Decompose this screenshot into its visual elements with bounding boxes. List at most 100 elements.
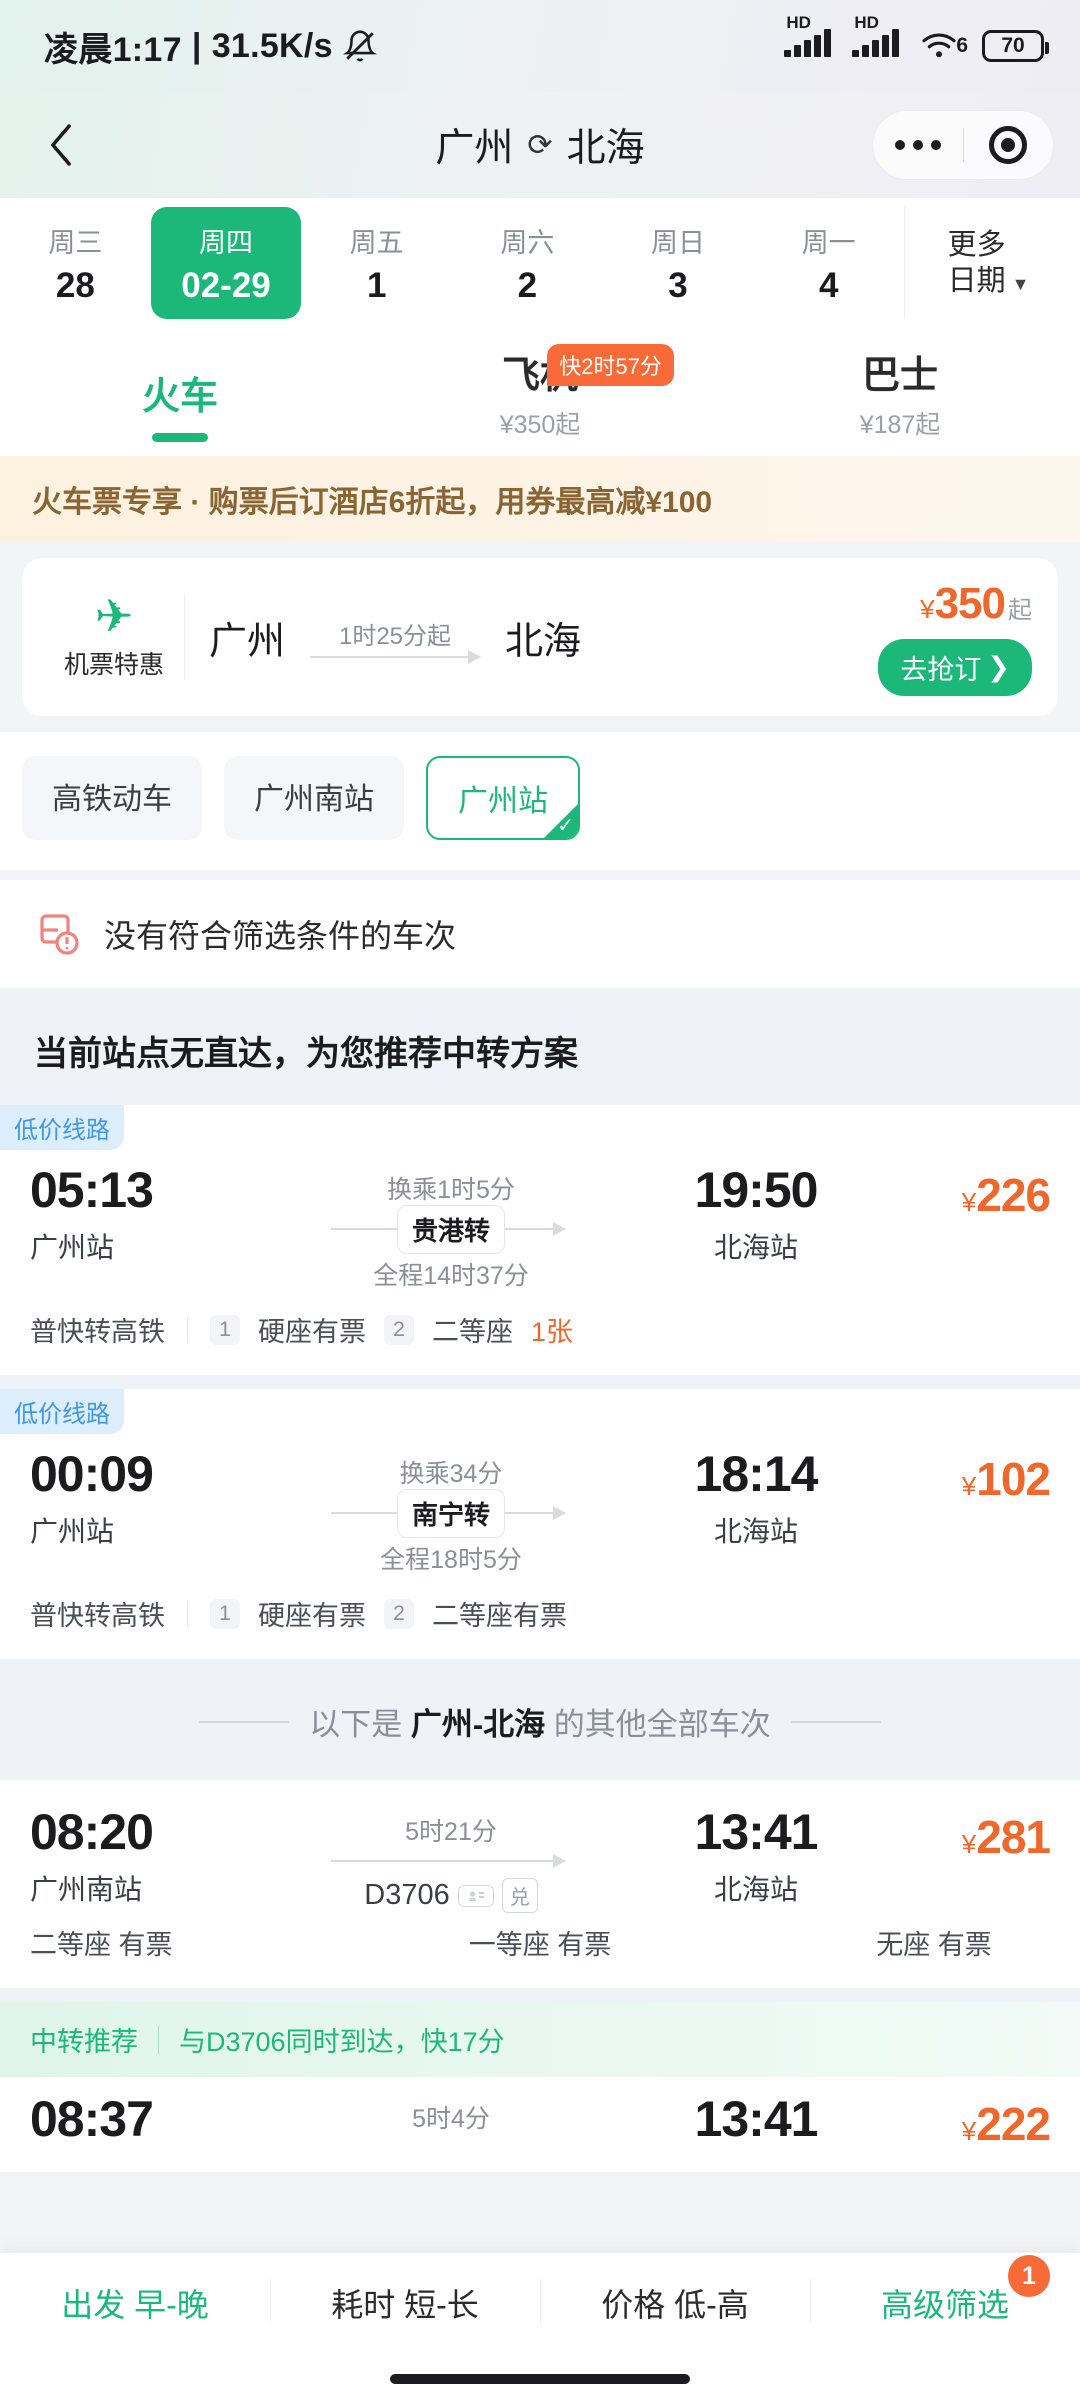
tab-bus-price: ¥187起 [859,410,941,439]
transfer-station: 贵港转 [396,1204,505,1254]
transfer-arrive-col: 13:41 [640,2091,872,2149]
status-bar: 凌晨1:17 | 31.5K/s HD HD 6 70 [0,0,1080,92]
date-day: 4 [818,265,839,305]
flight-promo-card[interactable]: ✈ 机票特惠 广州 1时25分起 北海 ¥ 350 起 去抢订 ❯ [22,558,1058,716]
sort-departure-button[interactable]: 出发 早-晚 [0,2253,270,2353]
chip-guangzhou-station-selected[interactable]: 广州站 ✓ [426,756,580,840]
tab-train[interactable]: 火车 [0,328,360,456]
airplane-icon: ✈ [94,590,134,642]
tab-flight[interactable]: 飞机 ¥350起 快2时57分 [360,328,720,456]
tab-flight-price: ¥350起 [499,410,581,439]
train-item-d3706[interactable]: 08:20 广州南站 5时21分 D3706 兑 13:41 北海站 ¥ 281… [0,1780,1080,1988]
app-screen: 凌晨1:17 | 31.5K/s HD HD 6 70 广州 ⟳ 北海 周三 2… [0,0,1080,2400]
transfer-duration: 5时4分 [412,2105,490,2133]
chip-label: 广州站 [458,785,548,818]
chip-label: 广州南站 [254,783,374,816]
arrive-time: 19:50 [694,1162,819,1218]
seat-class-2: 无座 有票 [818,1923,1050,1962]
tab-bus[interactable]: 巴士 ¥187起 [720,328,1080,456]
chip-label: 高铁动车 [52,783,172,816]
date-item-2[interactable]: 周五 1 [301,207,452,319]
price-value: 102 [976,1453,1051,1505]
flight-origin: 广州 [209,620,286,663]
depart-station: 广州站 [30,1231,115,1263]
status-time: 凌晨1:17 [44,30,182,69]
date-weekday: 周日 [651,227,706,258]
seat-status: 有票 [118,1930,173,1960]
promo-banner[interactable]: 火车票专享 · 购票后订酒店6折起，用券最高减¥100 [0,456,1080,542]
more-dates-line2: 日期 [947,265,1006,297]
divider-line-left [199,1720,290,1723]
flight-promo-wrap: ✈ 机票特惠 广州 1时25分起 北海 ¥ 350 起 去抢订 ❯ [0,542,1080,716]
transfer-seat-row: 普快转高铁 1 硬座有票 2 二等座 1张 [0,1292,1080,1375]
flight-book-label: 去抢订 [900,654,982,685]
title-destination: 北海 [566,127,645,170]
redeem-badge: 兑 [501,1878,538,1913]
id-card-icon [457,1884,494,1907]
sort-price-label: 价格 低-高 [601,2287,749,2323]
seat-status: 有票 [557,1930,612,1960]
advanced-filter-badge: 1 [1008,2255,1050,2297]
transfer-recommend-banner: 中转推荐 与D3706同时到达，快17分 [0,2002,1080,2077]
date-weekday: 周四 [199,227,253,258]
transfer-depart-col: 05:13 广州站 [30,1162,262,1266]
flight-promo-route: 广州 1时25分起 北海 [209,610,581,665]
arrive-station: 北海站 [713,1231,798,1263]
tab-flight-badge: 快2时57分 [547,344,674,386]
tab-active-underline [152,433,208,442]
status-net-speed: 31.5K/s [211,26,333,65]
target-icon[interactable] [964,126,1054,164]
transfer-line-wrap: 南宁转 [331,1488,571,1538]
transfer-row-main: 00:09 广州站 换乘34分 南宁转 全程18时5分 18:14 北海站 ¥ … [0,1434,1080,1576]
transfer-price: ¥ 102 [962,1452,1051,1506]
date-item-3[interactable]: 周六 2 [452,207,603,319]
transfer-arrive-col: 18:14 北海站 [640,1446,872,1550]
train-line-wrap [331,1848,571,1874]
date-item-0[interactable]: 周三 28 [0,207,151,319]
no-train-alert-icon [34,910,82,958]
train-duration: 5时21分 [405,1818,497,1846]
transfer-depart-col: 08:37 [30,2091,262,2149]
transfer-recommend-item[interactable]: 中转推荐 与D3706同时到达，快17分 08:37 5时4分 13:41 ¥ … [0,2002,1080,2172]
date-item-5[interactable]: 周一 4 [753,207,904,319]
miniprogram-capsule[interactable] [872,110,1054,180]
divider-line-right [790,1720,881,1723]
sort-price-button[interactable]: 价格 低-高 [540,2253,810,2353]
date-item-1-selected[interactable]: 周四 02-29 [150,207,302,319]
transfer-item-1[interactable]: 低价线路 00:09 广州站 换乘34分 南宁转 全程18时5分 18:14 北… [0,1389,1080,1659]
transfer-middle-col: 换乘34分 南宁转 全程18时5分 [262,1446,640,1576]
transfer-seat-row: 普快转高铁 1 硬座有票 2 二等座有票 [0,1576,1080,1659]
arrive-station: 北海站 [713,1873,798,1905]
date-item-4[interactable]: 周日 3 [603,207,754,319]
wifi-generation-label: 6 [956,34,968,57]
seat-name: 无座 [876,1930,931,1960]
date-day: 02-29 [181,265,271,305]
price-currency: ¥ [961,1829,977,1859]
no-result-row: 没有符合筛选条件的车次 [0,880,1080,988]
all-trains-divider: 以下是 广州-北海 的其他全部车次 [0,1659,1080,1780]
flight-promo-label: 机票特惠 [63,651,164,679]
depart-time: 08:37 [30,2091,154,2147]
total-duration: 全程14时37分 [373,1262,529,1290]
back-button[interactable] [26,110,96,180]
more-dates-button[interactable]: 更多 日期 ▼ [904,207,1072,319]
check-icon: ✓ [557,815,574,837]
flight-destination: 北海 [505,620,582,663]
more-dots-icon[interactable] [873,140,963,150]
date-weekday: 周三 [48,227,103,258]
transfer-arrive-col: 19:50 北海站 [640,1162,872,1266]
train-seat-row: 二等座 有票 一等座 有票 无座 有票 [0,1913,1080,1988]
price-value: 226 [976,1169,1051,1221]
flight-book-button[interactable]: 去抢订 ❯ [878,638,1032,696]
transfer-item-0[interactable]: 低价线路 05:13 广州站 换乘1时5分 贵港转 全程14时37分 19:50… [0,1105,1080,1375]
transfer-wait: 换乘1时5分 [387,1176,515,1204]
seat-remaining: 1张 [531,1317,574,1347]
chip-high-speed[interactable]: 高铁动车 [22,756,202,840]
flight-currency: ¥ [920,593,935,624]
chevron-left-icon [51,124,71,166]
transfer-recommend-text: 与D3706同时到达，快17分 [179,2027,505,2057]
chip-guangzhou-south[interactable]: 广州南站 [224,756,404,840]
advanced-filter-button[interactable]: 高级筛选 1 [810,2253,1080,2353]
transfer-station: 南宁转 [396,1488,505,1538]
sort-duration-button[interactable]: 耗时 短-长 [270,2253,540,2353]
